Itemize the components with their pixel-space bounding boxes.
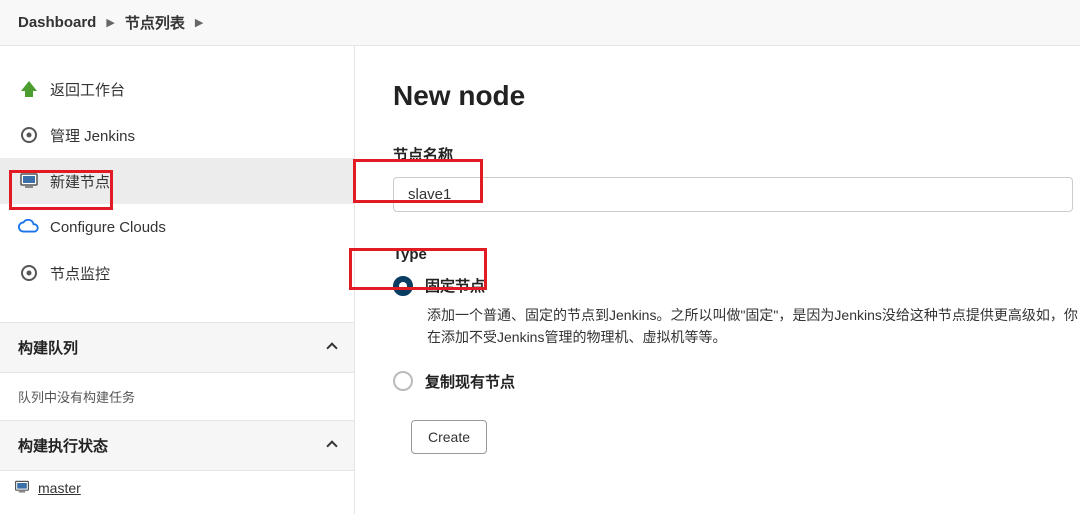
executor-label: master xyxy=(38,480,81,496)
type-label: Type xyxy=(393,246,1080,263)
breadcrumb-separator: ▶ xyxy=(106,16,114,29)
sidebar-item-configure-clouds[interactable]: Configure Clouds xyxy=(0,204,354,250)
monitor-icon xyxy=(14,479,32,497)
build-queue-title: 构建队列 xyxy=(18,337,78,358)
sidebar-item-label: 管理 Jenkins xyxy=(50,125,135,146)
node-name-input[interactable] xyxy=(393,177,1073,212)
arrow-up-icon xyxy=(18,78,40,100)
sidebar-item-new-node[interactable]: 新建节点 xyxy=(0,158,354,204)
chevron-up-icon xyxy=(326,440,337,451)
sidebar-item-label: 节点监控 xyxy=(50,263,110,284)
type-fixed-label: 固定节点 xyxy=(425,275,485,296)
sidebar: 返回工作台 管理 Jenkins 新建节点 Configure Clouds xyxy=(0,46,355,514)
sidebar-item-label: 返回工作台 xyxy=(50,79,125,100)
create-button[interactable]: Create xyxy=(411,420,487,454)
build-queue-empty: 队列中没有构建任务 xyxy=(0,373,354,420)
breadcrumb-nodes[interactable]: 节点列表 xyxy=(125,12,185,33)
node-name-label: 节点名称 xyxy=(393,144,1080,165)
gear-icon xyxy=(18,262,40,284)
sidebar-item-node-monitor[interactable]: 节点监控 xyxy=(0,250,354,296)
sidebar-item-manage-jenkins[interactable]: 管理 Jenkins xyxy=(0,112,354,158)
build-executor-header[interactable]: 构建执行状态 xyxy=(0,420,354,471)
cloud-icon xyxy=(18,216,40,238)
breadcrumb-separator: ▶ xyxy=(195,16,203,29)
page-title: New node xyxy=(393,80,1080,112)
type-radio-fixed[interactable]: 固定节点 xyxy=(393,275,1080,296)
type-fixed-desc: 添加一个普通、固定的节点到Jenkins。之所以叫做"固定"，是因为Jenkin… xyxy=(427,304,1080,349)
monitor-icon xyxy=(18,170,40,192)
sidebar-item-label: Configure Clouds xyxy=(50,219,166,236)
executor-master[interactable]: master xyxy=(0,471,354,505)
type-copy-label: 复制现有节点 xyxy=(425,371,515,392)
build-queue-header[interactable]: 构建队列 xyxy=(0,322,354,373)
sidebar-item-label: 新建节点 xyxy=(50,171,110,192)
sidebar-item-back[interactable]: 返回工作台 xyxy=(0,66,354,112)
breadcrumb: Dashboard ▶ 节点列表 ▶ xyxy=(0,0,1080,46)
build-executor-title: 构建执行状态 xyxy=(18,435,108,456)
main-content: New node 节点名称 Type 固定节点 添加一个普通、固定的节点到Jen… xyxy=(355,46,1080,514)
chevron-up-icon xyxy=(326,342,337,353)
breadcrumb-dashboard[interactable]: Dashboard xyxy=(18,14,96,31)
radio-unselected-icon xyxy=(393,371,413,391)
type-radio-copy[interactable]: 复制现有节点 xyxy=(393,371,1080,392)
gear-icon xyxy=(18,124,40,146)
radio-selected-icon xyxy=(393,276,413,296)
